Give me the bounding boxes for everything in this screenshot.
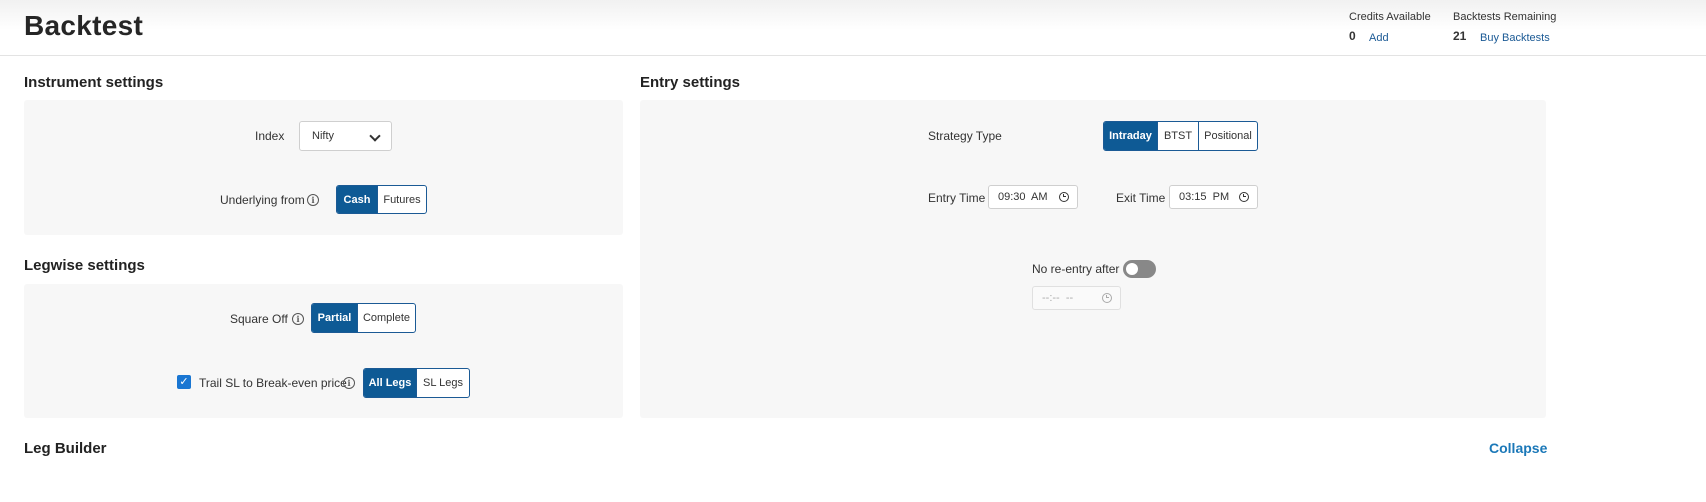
index-select[interactable]: Nifty	[299, 121, 392, 151]
collapse-link[interactable]: Collapse	[1489, 440, 1547, 456]
trail-sl-label: Trail SL to Break-even price	[199, 376, 347, 390]
instrument-settings-panel: Index Nifty Underlying from i Cash Futur…	[24, 100, 623, 235]
underlying-toggle-group: Cash Futures	[336, 185, 427, 214]
buy-backtests-link[interactable]: Buy Backtests	[1480, 32, 1550, 44]
info-icon[interactable]: i	[292, 313, 304, 325]
strategy-type-toggle-group: Intraday BTST Positional	[1103, 121, 1258, 151]
clock-icon	[1059, 192, 1069, 202]
strategy-intraday-button[interactable]: Intraday	[1104, 122, 1157, 150]
no-reentry-time-placeholder: --:-- --	[1042, 292, 1074, 304]
add-credits-link[interactable]: Add	[1369, 32, 1389, 44]
square-off-partial-button[interactable]: Partial	[312, 304, 357, 332]
trail-sl-checkbox[interactable]: ✓	[177, 375, 191, 389]
credits-value: 0	[1349, 29, 1356, 43]
underlying-futures-button[interactable]: Futures	[377, 186, 426, 213]
page-header: Backtest Credits Available 0 Add Backtes…	[0, 0, 1706, 56]
exit-time-label: Exit Time	[1116, 191, 1166, 205]
strategy-type-label: Strategy Type	[928, 129, 1002, 143]
clock-icon	[1239, 192, 1249, 202]
exit-time-value: 03:15 PM	[1179, 191, 1230, 203]
entry-time-label: Entry Time	[928, 191, 986, 205]
chevron-down-icon	[369, 130, 381, 142]
square-off-toggle-group: Partial Complete	[311, 303, 416, 333]
strategy-btst-button[interactable]: BTST	[1157, 122, 1198, 150]
entry-time-value: 09:30 AM	[998, 191, 1048, 203]
check-icon: ✓	[179, 376, 189, 388]
entry-settings-title: Entry settings	[640, 74, 741, 91]
no-reentry-time-input[interactable]: --:-- --	[1032, 286, 1121, 310]
index-select-value: Nifty	[312, 130, 334, 142]
trail-sl-toggle-group: All Legs SL Legs	[363, 368, 470, 398]
no-reentry-label: No re-entry after	[1032, 262, 1120, 276]
entry-settings-panel: Strategy Type Intraday BTST Positional E…	[640, 100, 1546, 418]
legwise-settings-panel: Square Off i Partial Complete ✓ Trail SL…	[24, 284, 623, 418]
backtests-remaining-value: 21	[1453, 29, 1467, 43]
underlying-from-label: Underlying from	[220, 193, 305, 207]
info-icon[interactable]: i	[343, 377, 355, 389]
legwise-settings-title: Legwise settings	[24, 257, 145, 274]
trail-all-legs-button[interactable]: All Legs	[364, 369, 416, 397]
square-off-complete-button[interactable]: Complete	[357, 304, 415, 332]
info-icon[interactable]: i	[307, 194, 319, 206]
square-off-label: Square Off	[230, 312, 288, 326]
page-title: Backtest	[24, 10, 144, 41]
no-reentry-toggle[interactable]	[1123, 260, 1156, 278]
credits-label: Credits Available	[1349, 11, 1431, 23]
strategy-positional-button[interactable]: Positional	[1198, 122, 1257, 150]
exit-time-input[interactable]: 03:15 PM	[1169, 185, 1258, 209]
trail-sl-legs-button[interactable]: SL Legs	[416, 369, 469, 397]
underlying-cash-button[interactable]: Cash	[337, 186, 377, 213]
leg-builder-title: Leg Builder	[24, 440, 107, 457]
instrument-settings-title: Instrument settings	[24, 74, 164, 91]
clock-icon	[1102, 293, 1112, 303]
entry-time-input[interactable]: 09:30 AM	[988, 185, 1078, 209]
backtests-remaining-label: Backtests Remaining	[1453, 11, 1557, 23]
index-label: Index	[255, 129, 285, 143]
toggle-knob	[1126, 263, 1138, 275]
